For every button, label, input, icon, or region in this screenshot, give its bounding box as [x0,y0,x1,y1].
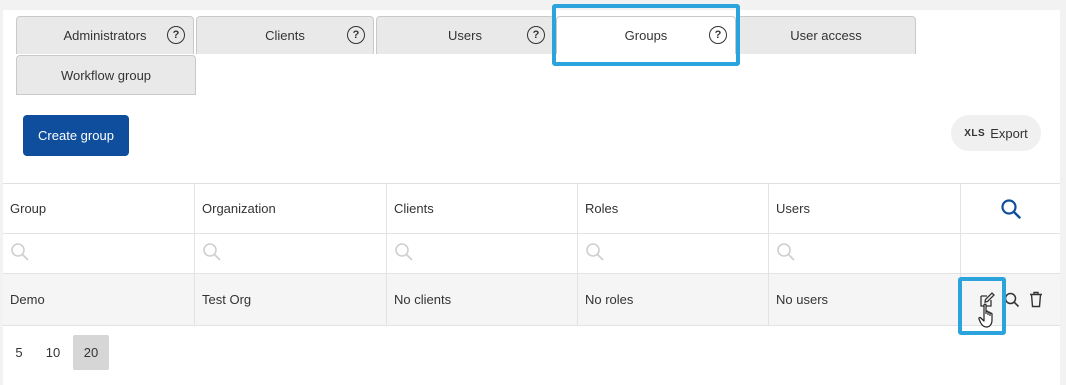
tab-label: User access [790,28,862,43]
search-icon [394,242,414,265]
search-icon [585,242,605,265]
table-row[interactable]: Demo Test Org No clients No roles No use… [3,274,1060,326]
column-header-roles[interactable]: Roles [578,184,769,233]
help-icon[interactable]: ? [527,26,545,44]
search-icon[interactable] [1000,198,1022,220]
tab-label: Users [448,28,482,43]
tab-workflow-group[interactable]: Workflow group [16,55,196,95]
column-header-group[interactable]: Group [3,184,195,233]
export-label: Export [990,125,1028,141]
filter-clients-input[interactable] [387,234,578,273]
column-header-organization[interactable]: Organization [195,184,387,233]
filter-group-input[interactable] [3,234,195,273]
tab-label: Workflow group [60,67,152,83]
page-size-option-selected[interactable]: 20 [73,335,109,370]
tab-label: Administrators [63,28,147,43]
help-icon[interactable]: ? [347,26,365,44]
tab-label: Clients [265,28,305,43]
create-group-button[interactable]: Create group [23,115,129,156]
page-size-option[interactable]: 5 [5,335,33,370]
column-header-users[interactable]: Users [769,184,961,233]
column-header-clients[interactable]: Clients [387,184,578,233]
search-icon[interactable] [1004,292,1020,308]
filter-actions-cell [961,234,1060,273]
tab-label: Groups [624,28,668,43]
help-icon[interactable]: ? [709,26,727,44]
search-icon [776,242,796,265]
xls-icon: XLS [964,127,986,139]
trash-icon[interactable] [1028,291,1044,308]
filter-users-input[interactable] [769,234,961,273]
groups-table: Group Organization Clients Roles Users D… [3,183,1060,326]
tab-clients[interactable]: Clients ? [196,16,374,54]
page-size-option[interactable]: 10 [39,335,67,370]
table-header-row: Group Organization Clients Roles Users [3,184,1060,234]
cell-roles: No roles [578,274,769,325]
tab-user-access[interactable]: User access [736,16,916,54]
row-actions [961,274,1060,325]
cell-organization: Test Org [195,274,387,325]
export-button[interactable]: XLS Export [951,115,1041,151]
search-icon [10,242,30,265]
filter-roles-input[interactable] [578,234,769,273]
hand-pointer-icon [978,303,998,332]
header-actions-cell [961,184,1060,233]
help-icon[interactable]: ? [167,26,185,44]
table-filter-row [3,234,1060,274]
tab-administrators[interactable]: Administrators ? [16,16,194,54]
cell-users: No users [769,274,961,325]
search-icon [202,242,222,265]
tab-groups[interactable]: Groups ? [556,16,736,54]
pagination: 5 10 20 [5,335,115,370]
tab-users[interactable]: Users ? [376,16,554,54]
filter-organization-input[interactable] [195,234,387,273]
cell-group: Demo [3,274,195,325]
cell-clients: No clients [387,274,578,325]
